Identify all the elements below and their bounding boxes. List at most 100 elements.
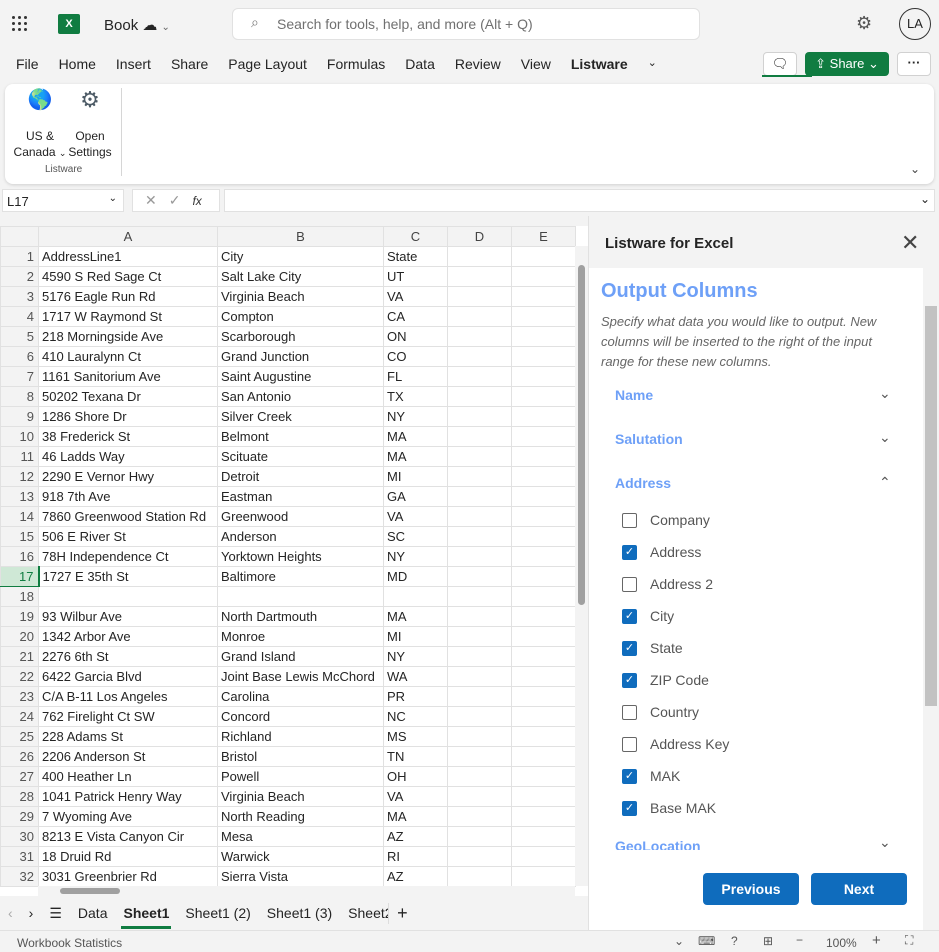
row-header[interactable]: 8 <box>0 386 39 407</box>
cell[interactable] <box>447 846 512 867</box>
column-header-a[interactable]: A <box>38 226 218 247</box>
cell[interactable] <box>511 646 576 667</box>
column-header-c[interactable]: C <box>383 226 448 247</box>
cell[interactable]: PR <box>383 686 448 707</box>
row-header[interactable]: 13 <box>0 486 39 507</box>
cell[interactable] <box>511 266 576 287</box>
row-header[interactable]: 4 <box>0 306 39 327</box>
cell[interactable]: 3031 Greenbrier Rd <box>38 866 218 887</box>
cell[interactable]: 46 Ladds Way <box>38 446 218 467</box>
cell[interactable] <box>511 546 576 567</box>
cell[interactable]: Anderson <box>217 526 384 547</box>
row-header[interactable]: 7 <box>0 366 39 387</box>
ribbon-more-chevron-icon[interactable]: ⌄ <box>640 48 665 80</box>
cell[interactable] <box>511 486 576 507</box>
cell[interactable] <box>447 626 512 647</box>
cell[interactable]: AZ <box>383 826 448 847</box>
cell[interactable] <box>511 306 576 327</box>
expand-formula-bar-icon[interactable]: ⌄ <box>920 192 930 206</box>
keyboard-icon[interactable]: ⌨ <box>698 934 715 948</box>
row-header[interactable]: 24 <box>0 706 39 727</box>
cell[interactable]: VA <box>383 506 448 527</box>
cell[interactable] <box>447 286 512 307</box>
cell[interactable] <box>511 586 576 607</box>
cell[interactable] <box>447 866 512 887</box>
row-header[interactable]: 22 <box>0 666 39 687</box>
cell[interactable]: SC <box>383 526 448 547</box>
cell[interactable]: 2276 6th St <box>38 646 218 667</box>
cell[interactable]: MI <box>383 626 448 647</box>
checkbox-zip-code[interactable]: ✓ <box>622 673 637 688</box>
cell[interactable] <box>511 606 576 627</box>
ribbon-expand-chevron-icon[interactable]: ⌄ <box>910 162 920 176</box>
more-options-button[interactable]: ··· <box>897 52 931 76</box>
workbook-statistics[interactable]: Workbook Statistics <box>17 936 122 950</box>
section-geolocation[interactable]: GeoLocation <box>615 838 701 850</box>
cell[interactable] <box>511 826 576 847</box>
open-settings-button[interactable]: ⚙ Open Settings <box>67 89 113 160</box>
cell[interactable]: AZ <box>383 866 448 887</box>
row-header[interactable]: 28 <box>0 786 39 807</box>
cell[interactable]: 78H Independence Ct <box>38 546 218 567</box>
checkbox-company[interactable] <box>622 513 637 528</box>
cell[interactable]: VA <box>383 286 448 307</box>
cell[interactable]: MA <box>383 426 448 447</box>
cell[interactable]: 8213 E Vista Canyon Cir <box>38 826 218 847</box>
cell[interactable] <box>511 506 576 527</box>
cell[interactable]: AddressLine1 <box>38 246 218 267</box>
cell[interactable]: Virginia Beach <box>217 786 384 807</box>
sheet-tab-sheet2[interactable]: Sheet2 <box>340 905 388 921</box>
cell[interactable]: Saint Augustine <box>217 366 384 387</box>
cell[interactable]: ON <box>383 326 448 347</box>
cell[interactable]: San Antonio <box>217 386 384 407</box>
row-header[interactable]: 11 <box>0 446 39 467</box>
row-header[interactable]: 12 <box>0 466 39 487</box>
cell[interactable]: 2206 Anderson St <box>38 746 218 767</box>
cell[interactable] <box>447 786 512 807</box>
cell[interactable] <box>511 726 576 747</box>
cell[interactable]: NY <box>383 546 448 567</box>
sheet-tab-data[interactable]: Data <box>70 905 116 921</box>
cell[interactable] <box>447 366 512 387</box>
tab-share[interactable]: Share <box>163 48 216 80</box>
row-header[interactable]: 6 <box>0 346 39 367</box>
cell[interactable]: Eastman <box>217 486 384 507</box>
cell[interactable]: MA <box>383 606 448 627</box>
sheet-table[interactable]: A B C D E 1 AddressLine1 City State 2 4590 S … <box>0 226 576 887</box>
column-header-e[interactable]: E <box>511 226 576 247</box>
cell[interactable]: Virginia Beach <box>217 286 384 307</box>
cell[interactable]: Silver Creek <box>217 406 384 427</box>
cell[interactable]: 218 Morningside Ave <box>38 326 218 347</box>
comments-button[interactable]: 🗨 <box>763 52 797 76</box>
cell[interactable] <box>447 386 512 407</box>
workbook-title[interactable]: Book ☁ ⌄ <box>104 16 170 34</box>
cell[interactable]: Salt Lake City <box>217 266 384 287</box>
cell[interactable] <box>447 326 512 347</box>
cell[interactable]: 18 Druid Rd <box>38 846 218 867</box>
cell[interactable]: Grand Junction <box>217 346 384 367</box>
row-header[interactable]: 17 <box>0 566 39 587</box>
select-all-corner[interactable] <box>0 226 39 247</box>
tab-data[interactable]: Data <box>397 48 443 80</box>
cell[interactable]: Baltimore <box>217 566 384 587</box>
cell[interactable] <box>511 366 576 387</box>
previous-button[interactable]: Previous <box>703 873 799 905</box>
row-header[interactable]: 16 <box>0 546 39 567</box>
cell[interactable] <box>447 566 512 587</box>
section-salutation[interactable]: Salutation <box>615 431 683 447</box>
cell[interactable] <box>511 706 576 727</box>
cell[interactable] <box>447 766 512 787</box>
row-header[interactable]: 26 <box>0 746 39 767</box>
enter-icon[interactable]: ✓ <box>169 192 193 208</box>
cell[interactable]: NY <box>383 406 448 427</box>
cell[interactable]: WA <box>383 666 448 687</box>
cell[interactable]: 38 Frederick St <box>38 426 218 447</box>
cell[interactable]: 7860 Greenwood Station Rd <box>38 506 218 527</box>
cell[interactable] <box>511 346 576 367</box>
help-icon[interactable]: ? <box>731 934 738 948</box>
pane-scroll-thumb[interactable] <box>925 306 937 706</box>
add-sheet-icon[interactable]: + <box>388 902 416 924</box>
cell[interactable]: 1717 W Raymond St <box>38 306 218 327</box>
cell[interactable]: Joint Base Lewis McChord <box>217 666 384 687</box>
cell[interactable]: 762 Firelight Ct SW <box>38 706 218 727</box>
